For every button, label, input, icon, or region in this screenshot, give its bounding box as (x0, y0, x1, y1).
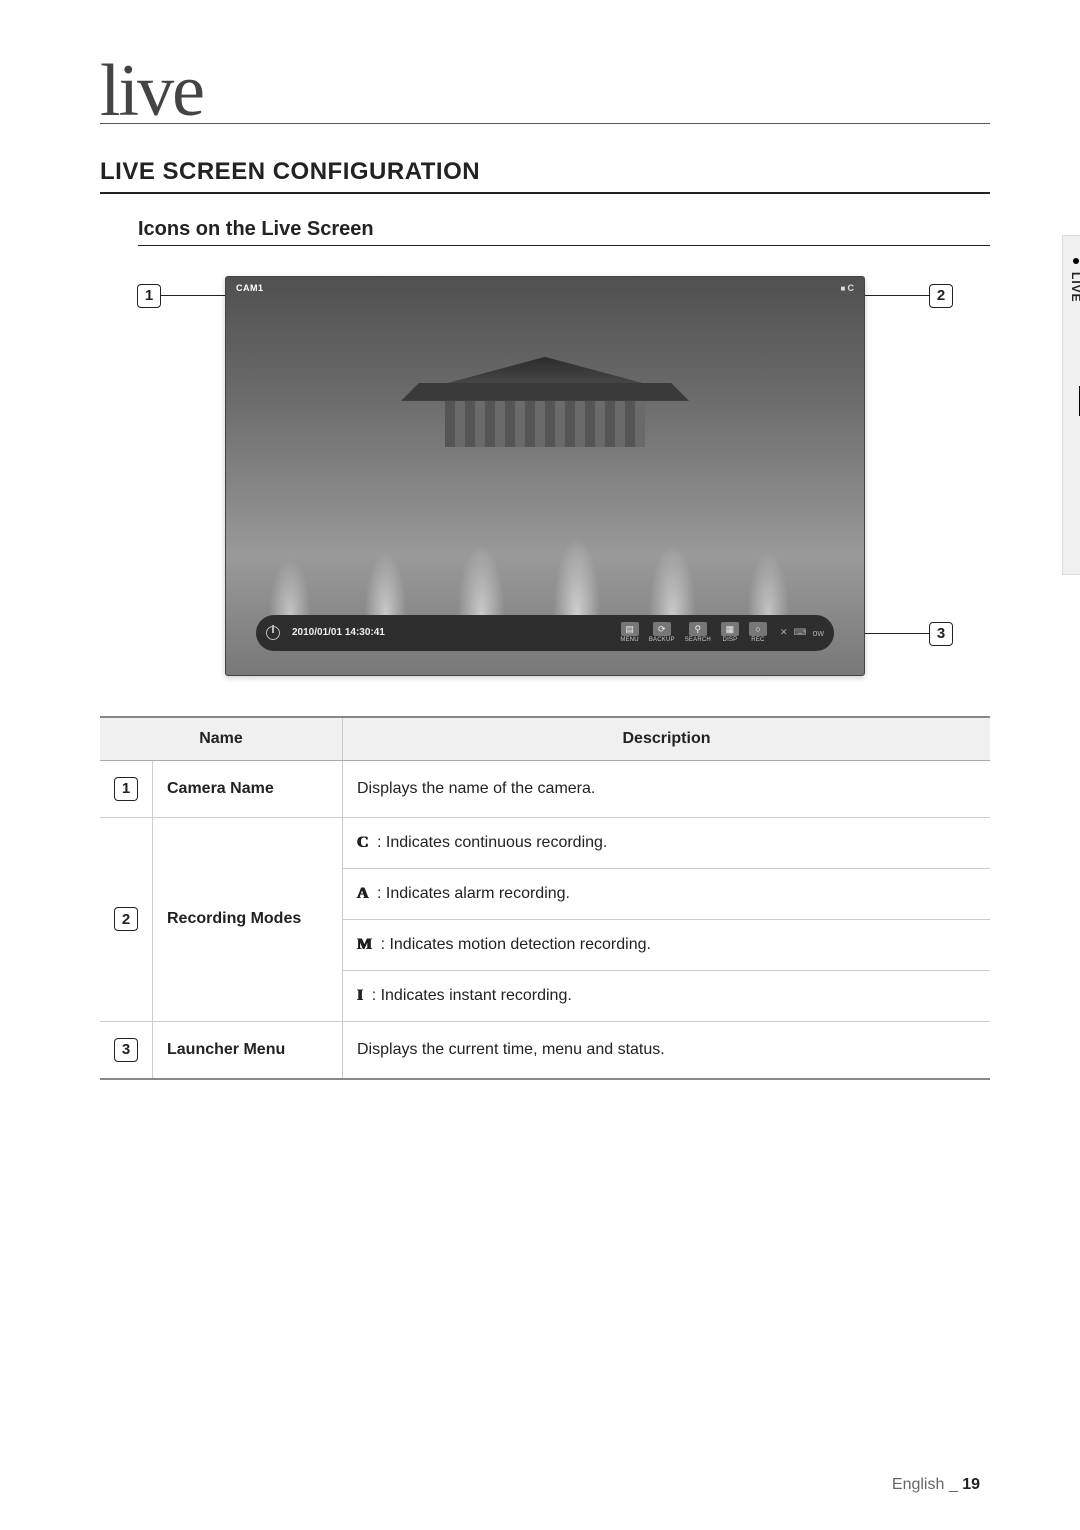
row-number: 2 (114, 907, 138, 931)
table-row: 1 Camera Name Displays the name of the c… (100, 760, 990, 817)
backup-icon: ⟳ (653, 622, 671, 636)
scene-fountains (226, 455, 864, 615)
callout-2: 2 (853, 284, 953, 308)
row-description: C : Indicates continuous recording. (343, 817, 991, 868)
footer-lang: English (892, 1476, 944, 1493)
row-number: 3 (114, 1038, 138, 1062)
launcher-button-label: SEARCH (685, 637, 711, 643)
row-number: 1 (114, 777, 138, 801)
callout-number: 2 (929, 284, 953, 308)
alarm-icon: ✕ (780, 627, 788, 638)
callout-1: 1 (137, 284, 237, 308)
side-tab: LIVE (1062, 235, 1080, 575)
subsection-heading: Icons on the Live Screen (138, 218, 990, 246)
row-description: I : Indicates instant recording. (343, 970, 991, 1021)
launcher-bar: 2010/01/01 14:30:41 ▤ MENU ⟳ BACKUP ⚲ SE… (256, 615, 834, 651)
row-desc-text: : Indicates continuous recording. (377, 834, 607, 851)
menu-icon: ▤ (621, 622, 639, 636)
table-header-name: Name (100, 717, 343, 761)
launcher-search-button[interactable]: ⚲ SEARCH (682, 622, 714, 643)
row-name: Camera Name (153, 760, 343, 817)
launcher-button-label: DISP (723, 637, 738, 643)
search-icon: ⚲ (689, 622, 707, 636)
launcher-menu-button[interactable]: ▤ MENU (617, 622, 641, 643)
chapter-title: live (100, 60, 990, 124)
row-description: Displays the name of the camera. (343, 760, 991, 817)
mode-glyph-i: I (357, 987, 363, 1005)
launcher-extra-text: ow (812, 628, 824, 638)
callout-number: 1 (137, 284, 161, 308)
side-tab-label: LIVE (1069, 272, 1080, 303)
row-description: A : Indicates alarm recording. (343, 868, 991, 919)
icon-description-table: Name Description 1 Camera Name Displays … (100, 716, 990, 1080)
camera-name-overlay: CAM1 (236, 283, 264, 293)
row-name: Recording Modes (153, 817, 343, 1021)
launcher-rec-button[interactable]: ○ REC (746, 622, 770, 643)
recording-mode-overlay: C (840, 283, 854, 293)
launcher-datetime: 2010/01/01 14:30:41 (292, 627, 385, 638)
callout-number: 3 (929, 622, 953, 646)
launcher-status: ✕ ⌨ ow (780, 627, 824, 638)
mode-glyph-m: M (357, 936, 372, 954)
launcher-backup-button[interactable]: ⟳ BACKUP (646, 622, 678, 643)
live-monitor: CAM1 C 2010/01/01 14:30:41 ▤ MENU ⟳ BACK… (225, 276, 865, 676)
row-desc-text: : Indicates alarm recording. (377, 885, 570, 902)
mode-glyph-a: A (357, 885, 369, 903)
footer-page-number: 19 (962, 1476, 980, 1493)
scene-building (405, 357, 685, 447)
row-description: M : Indicates motion detection recording… (343, 919, 991, 970)
section-heading: LIVE SCREEN CONFIGURATION (100, 158, 990, 194)
mode-glyph-c: C (357, 834, 369, 852)
bullet-icon (1073, 258, 1079, 264)
table-row: 2 Recording Modes C : Indicates continuo… (100, 817, 990, 868)
keyboard-icon: ⌨ (793, 627, 806, 638)
page-footer: English _ 19 (892, 1476, 980, 1494)
row-desc-text: : Indicates motion detection recording. (381, 936, 651, 953)
table-header-description: Description (343, 717, 991, 761)
launcher-disp-button[interactable]: ▦ DISP (718, 622, 742, 643)
launcher-button-label: MENU (620, 637, 638, 643)
power-icon[interactable] (266, 626, 280, 640)
launcher-button-label: BACKUP (649, 637, 675, 643)
table-row: 3 Launcher Menu Displays the current tim… (100, 1021, 990, 1079)
callout-3: 3 (853, 622, 953, 646)
live-screen-figure: 1 2 3 CAM1 C 2010/01/01 14:30:41 (185, 276, 905, 676)
display-icon: ▦ (721, 622, 739, 636)
row-name: Launcher Menu (153, 1021, 343, 1079)
row-desc-text: : Indicates instant recording. (372, 987, 572, 1004)
launcher-button-label: REC (751, 637, 764, 643)
record-icon: ○ (749, 622, 767, 636)
footer-sep: _ (949, 1476, 958, 1493)
row-description: Displays the current time, menu and stat… (343, 1021, 991, 1079)
